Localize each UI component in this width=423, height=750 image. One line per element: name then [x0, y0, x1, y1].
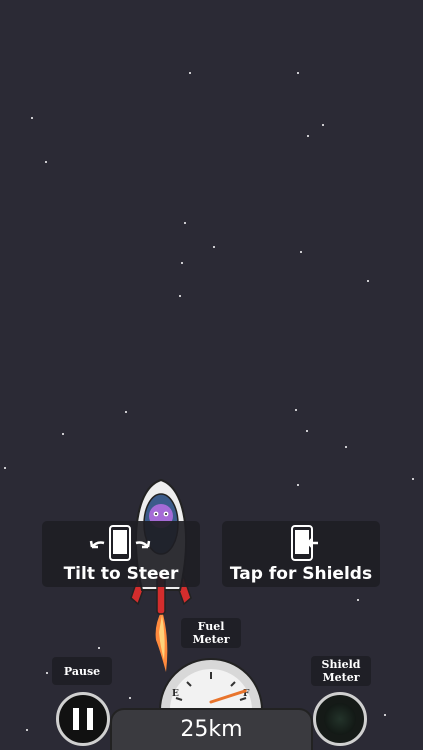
- shield-meter-label: Shield Meter: [311, 656, 371, 686]
- tap-for-shields-label: Tap for Shields: [229, 564, 373, 584]
- shield-meter[interactable]: [313, 692, 367, 746]
- tap-phone-icon: [291, 525, 318, 561]
- tilt-phone-icon: [89, 525, 151, 561]
- pause-label: Pause: [52, 657, 112, 685]
- pause-button[interactable]: [56, 692, 110, 746]
- fuel-empty-mark: E: [172, 689, 179, 699]
- tap-for-shields-hint: Tap for Shields: [222, 521, 380, 587]
- tilt-to-steer-hint: Tilt to Steer: [42, 521, 200, 587]
- distance-odometer: 25km: [110, 708, 313, 750]
- shield-meter-core: [324, 703, 356, 735]
- fuel-gauge: E F: [158, 658, 264, 711]
- fuel-meter-label: Fuel Meter: [181, 618, 241, 648]
- distance-readout: 25km: [180, 717, 243, 742]
- pause-icon: [73, 708, 93, 730]
- tilt-to-steer-label: Tilt to Steer: [63, 564, 179, 584]
